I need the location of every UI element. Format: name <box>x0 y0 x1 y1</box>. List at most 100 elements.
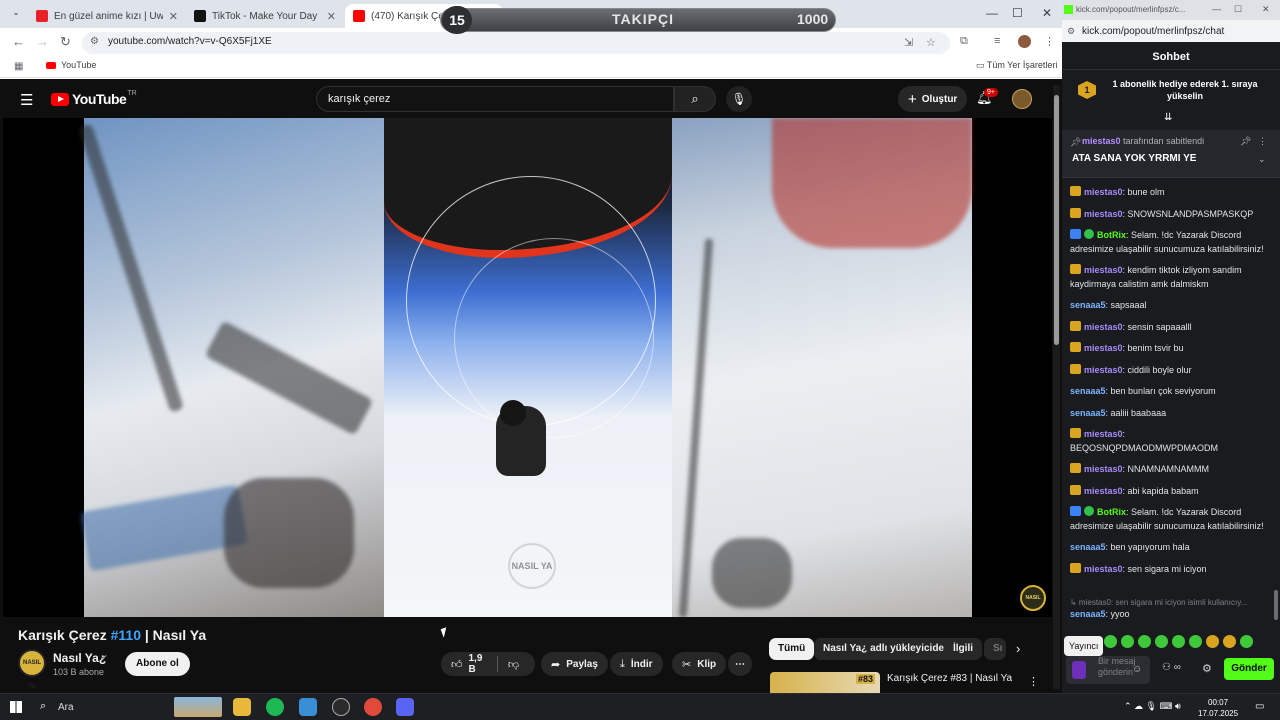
chevron-right-icon[interactable]: › <box>1016 641 1020 656</box>
taskbar-clock[interactable]: 00:07 17.07.2025 <box>1198 697 1238 719</box>
forward-icon[interactable]: → <box>36 34 49 49</box>
hamburger-menu-icon[interactable]: ☰ <box>20 91 33 109</box>
chat-tools-icon[interactable]: ⚇ ∞ <box>1162 662 1181 673</box>
chat-username[interactable]: senaaa5 <box>1070 386 1106 396</box>
expand-arrow-icon[interactable]: ⇊ <box>1164 112 1172 123</box>
maximize-icon[interactable]: ☐ <box>1012 6 1023 20</box>
tab-uwufufu[interactable]: En güzel anime kızı | UwUFUFU ✕ <box>28 4 186 28</box>
popup-address-bar[interactable]: ⚙ kick.com/popout/merlinfpsz/chat <box>1062 20 1280 42</box>
scrollbar-thumb[interactable] <box>1054 95 1059 345</box>
emote-icon[interactable] <box>1138 635 1151 648</box>
chat-username[interactable]: senaaa5 <box>1070 542 1106 552</box>
minimize-icon[interactable]: — <box>986 6 998 20</box>
apps-grid-icon[interactable]: ▦ <box>14 61 23 72</box>
chat-username[interactable]: miestas0 <box>1084 209 1123 219</box>
emote-icon[interactable] <box>1189 635 1202 648</box>
video-player[interactable]: NASIL YA NASIL YA <box>3 118 1052 617</box>
clip-button[interactable]: ✂ Klip <box>672 652 727 676</box>
emote-icon[interactable] <box>1104 635 1117 648</box>
windows-start-icon[interactable] <box>10 701 22 713</box>
system-tray-icons[interactable]: ⌃ ☁ 🎙︎ ⌨ 🔊︎ <box>1124 701 1181 712</box>
minimize-icon[interactable]: — <box>1212 4 1221 14</box>
search-highlight-image[interactable] <box>174 697 222 717</box>
youtube-logo[interactable]: YouTube TR <box>51 90 137 107</box>
emote-icon[interactable] <box>1240 635 1253 648</box>
download-button[interactable]: ⤓ İndir <box>610 652 663 676</box>
emote-icon[interactable] <box>1155 635 1168 648</box>
reload-icon[interactable]: ↻ <box>60 34 71 50</box>
chat-username[interactable]: miestas0 <box>1084 343 1123 353</box>
chat-username[interactable]: senaaa5 <box>1070 609 1106 619</box>
chip-from-uploader[interactable]: Nasıl Ya¿ adlı yükleyiciden <box>814 638 960 660</box>
channel-avatar[interactable]: NASIL YA <box>18 649 46 690</box>
thumbs-down-icon[interactable]: 👎︎ <box>508 658 519 671</box>
chrome-icon[interactable] <box>364 698 382 716</box>
spotify-icon[interactable] <box>266 698 284 716</box>
chat-username[interactable]: senaaa5 <box>1070 300 1106 310</box>
unpin-icon[interactable]: 📌︎ <box>1240 136 1251 147</box>
address-bar[interactable]: ⚙ youtube.com/watch?v=v-Q6X5Fj1XE ⇲ ☆ <box>82 32 950 54</box>
tab-search-button[interactable]: ⌄ <box>8 7 24 21</box>
recommendation-title[interactable]: Karışık Çerez #83 | Nasıl Ya <box>887 673 1012 684</box>
chat-input[interactable]: Bir mesaj gönderin ☺ <box>1066 656 1150 684</box>
file-explorer-icon[interactable] <box>233 698 251 716</box>
gift-leaderboard-banner[interactable]: 1 1 abonelik hediye ederek 1. sıraya yük… <box>1062 70 1280 112</box>
maximize-icon[interactable]: ☐ <box>1234 4 1242 15</box>
notifications-icon[interactable]: ▭ <box>1255 701 1264 712</box>
create-button[interactable]: + Oluştur <box>898 86 968 112</box>
collapse-chevron-icon[interactable]: ⌄ <box>1258 154 1266 165</box>
install-app-icon[interactable]: ⇲ <box>904 36 913 49</box>
media-controls-icon[interactable]: ≡ <box>994 35 1000 47</box>
chip-all[interactable]: Tümü <box>769 638 815 660</box>
chat-settings-gear-icon[interactable]: ⚙ <box>1202 662 1212 675</box>
chat-username[interactable]: miestas0 <box>1084 564 1123 574</box>
emote-icon[interactable] <box>1206 635 1219 648</box>
chat-username[interactable]: miestas0 <box>1084 265 1123 275</box>
tab-tiktok[interactable]: TikTok - Make Your Day ✕ <box>186 4 344 28</box>
chat-scrollbar-thumb[interactable] <box>1274 590 1278 620</box>
emote-icon[interactable] <box>1223 635 1236 648</box>
account-avatar[interactable] <box>1012 89 1032 109</box>
search-icon[interactable]: ⌕ <box>674 86 716 112</box>
recommendation-menu-icon[interactable]: ⋮ <box>1028 675 1039 688</box>
chrome-menu-icon[interactable]: ⋮ <box>1044 35 1055 48</box>
chat-username[interactable]: miestas0 <box>1084 486 1123 496</box>
channel-name[interactable]: Nasıl Ya¿ <box>53 651 106 665</box>
thumbs-up-icon[interactable]: 👍︎ <box>451 658 463 671</box>
close-window-icon[interactable]: ✕ <box>1262 4 1270 15</box>
hashtag-link[interactable]: #110 <box>111 627 141 643</box>
chat-username[interactable]: BotRix <box>1097 230 1126 240</box>
emote-icon[interactable] <box>1172 635 1185 648</box>
more-actions-icon[interactable]: ⋯ <box>728 652 752 676</box>
obs-icon[interactable] <box>332 698 350 716</box>
all-bookmarks[interactable]: ▭ Tüm Yer İşaretleri <box>976 60 1057 71</box>
chat-username[interactable]: miestas0 <box>1084 187 1123 197</box>
app-icon[interactable] <box>299 698 317 716</box>
close-window-icon[interactable]: ✕ <box>1042 6 1052 20</box>
profile-avatar[interactable] <box>1018 35 1031 48</box>
site-info-icon[interactable]: ⚙ <box>90 36 99 47</box>
close-tab-icon[interactable]: ✕ <box>327 10 336 23</box>
microphone-icon[interactable]: 🎙︎ <box>726 86 752 112</box>
subscribe-button[interactable]: Abone ol <box>125 652 190 676</box>
pinned-menu-icon[interactable]: ⋮ <box>1258 136 1267 147</box>
search-input[interactable]: karışık çerez <box>316 86 674 112</box>
chip-truncated[interactable]: Sı <box>984 638 1006 660</box>
bookmark-youtube[interactable]: YouTube <box>46 60 96 70</box>
share-button[interactable]: ➦ Paylaş <box>541 652 608 676</box>
chat-username[interactable]: miestas0 <box>1084 322 1123 332</box>
chat-username[interactable]: senaaa5 <box>1070 408 1106 418</box>
like-count[interactable]: 1,9 B <box>469 653 486 675</box>
chat-username[interactable]: miestas0 <box>1084 365 1123 375</box>
chat-username[interactable]: miestas0 <box>1084 464 1123 474</box>
back-icon[interactable]: ← <box>12 34 25 49</box>
bookmark-star-icon[interactable]: ☆ <box>926 36 936 49</box>
chat-username[interactable]: miestas0 <box>1084 429 1123 439</box>
channel-corner-logo[interactable]: NASIL YA <box>1020 585 1046 611</box>
emote-icon[interactable] <box>1121 635 1134 648</box>
site-info-icon[interactable]: ⚙ <box>1067 26 1075 37</box>
emoji-picker-icon[interactable]: ☺ <box>1132 664 1142 675</box>
close-tab-icon[interactable]: ✕ <box>169 10 178 23</box>
pinned-by-user[interactable]: miestas0 <box>1082 136 1121 146</box>
send-button[interactable]: Gönder <box>1224 658 1274 680</box>
